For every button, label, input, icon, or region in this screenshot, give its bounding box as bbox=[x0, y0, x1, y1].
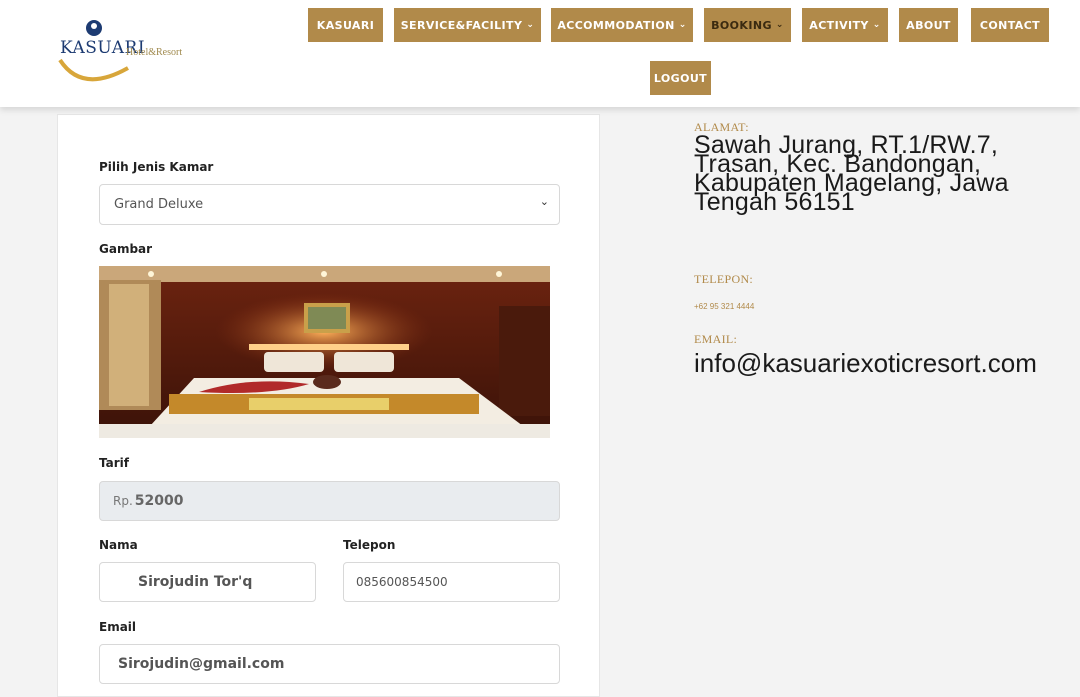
contact-email[interactable]: info@kasuariexoticresort.com bbox=[694, 348, 1037, 379]
name-value: Sirojudin Tor'q bbox=[138, 574, 253, 590]
nav-kasuari[interactable]: KASUARI bbox=[308, 8, 383, 42]
email-heading: EMAIL: bbox=[694, 332, 738, 346]
rate-field[interactable]: Rp. 52000 bbox=[99, 481, 560, 521]
room-type-value: Grand Deluxe bbox=[114, 197, 204, 212]
chevron-down-icon: ⌄ bbox=[775, 20, 784, 30]
email-label: Email bbox=[99, 620, 137, 634]
nav-booking[interactable]: BOOKING ⌄ bbox=[704, 8, 791, 42]
chevron-down-icon: ⌄ bbox=[872, 20, 881, 30]
brand-logo[interactable]: KASUARI Hotel&Resort bbox=[52, 16, 212, 88]
address-text: Sawah Jurang, RT.1/RW.7, Trasan, Kec. Ba… bbox=[694, 131, 1009, 216]
room-photo bbox=[99, 266, 550, 438]
logout-label: LOGOUT bbox=[653, 71, 708, 85]
name-input[interactable]: Sirojudin Tor'q bbox=[99, 562, 316, 602]
nav-accommodation[interactable]: ACCOMMODATION ⌄ bbox=[551, 8, 693, 42]
rate-value: 52000 bbox=[134, 493, 184, 509]
nav-label: KASUARI bbox=[316, 18, 375, 32]
brand-subtitle: Hotel&Resort bbox=[126, 47, 183, 58]
image-label: Gambar bbox=[99, 242, 153, 256]
nav-about[interactable]: ABOUT bbox=[899, 8, 958, 42]
rate-prefix: Rp. bbox=[113, 494, 133, 508]
contact-phone: +62 95 321 4444 bbox=[694, 302, 755, 311]
chevron-down-icon: ⌄ bbox=[678, 20, 687, 30]
nav-label: ABOUT bbox=[906, 18, 951, 32]
nav-label: ACTIVITY bbox=[809, 18, 869, 32]
logout-button[interactable]: LOGOUT bbox=[650, 61, 711, 95]
booking-form-card: Pilih Jenis Kamar Grand Deluxe ⌄ Gambar bbox=[57, 114, 600, 697]
nav-service-facility[interactable]: SERVICE&FACILITY ⌄ bbox=[394, 8, 541, 42]
chevron-down-icon: ⌄ bbox=[539, 195, 549, 208]
nav-activity[interactable]: ACTIVITY ⌄ bbox=[802, 8, 888, 42]
site-header: KASUARI Hotel&Resort KASUARI SERVICE&FAC… bbox=[0, 0, 1080, 107]
rate-label: Tarif bbox=[99, 456, 129, 470]
phone-label: Telepon bbox=[343, 538, 396, 552]
email-value: Sirojudin@gmail.com bbox=[118, 656, 285, 672]
email-input[interactable]: Sirojudin@gmail.com bbox=[99, 644, 560, 684]
phone-heading: TELEPON: bbox=[694, 272, 754, 286]
chevron-down-icon: ⌄ bbox=[526, 20, 535, 30]
room-type-label: Pilih Jenis Kamar bbox=[99, 160, 214, 174]
nav-label: CONTACT bbox=[979, 18, 1041, 32]
nav-label: SERVICE&FACILITY bbox=[400, 18, 523, 32]
nav-label: BOOKING bbox=[711, 18, 772, 32]
nav-contact[interactable]: CONTACT bbox=[971, 8, 1049, 42]
phone-value: 085600854500 bbox=[356, 575, 448, 589]
nav-label: ACCOMMODATION bbox=[557, 18, 675, 32]
phone-input[interactable]: 085600854500 bbox=[343, 562, 560, 602]
room-type-select[interactable]: Grand Deluxe ⌄ bbox=[99, 184, 560, 225]
name-label: Nama bbox=[99, 538, 138, 552]
